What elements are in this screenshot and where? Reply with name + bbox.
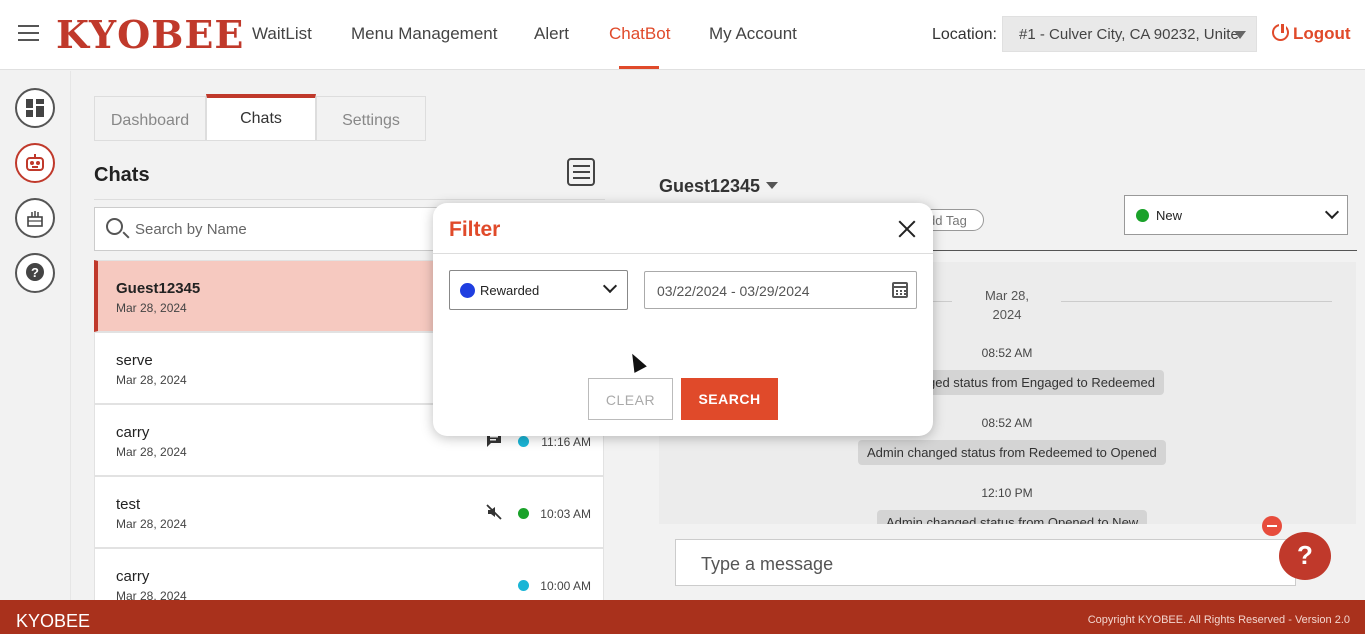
- clear-button[interactable]: CLEAR: [588, 378, 673, 420]
- modal-overlay: Filter Rewarded 03/22/2024 - 03/29/2024 …: [0, 0, 1365, 634]
- date-range-value: 03/22/2024 - 03/29/2024: [657, 283, 810, 299]
- status-dot: [460, 283, 475, 298]
- tag-value: Rewarded: [480, 283, 540, 298]
- close-icon[interactable]: [896, 218, 918, 240]
- modal-title: Filter: [449, 218, 501, 241]
- calendar-icon: [892, 282, 908, 298]
- date-range-input[interactable]: 03/22/2024 - 03/29/2024: [644, 271, 917, 309]
- search-button[interactable]: SEARCH: [681, 378, 778, 420]
- chevron-down-icon: [602, 278, 618, 294]
- tag-status-select[interactable]: Rewarded: [449, 270, 628, 310]
- filter-modal: Filter Rewarded 03/22/2024 - 03/29/2024 …: [433, 203, 933, 436]
- divider: [433, 253, 933, 254]
